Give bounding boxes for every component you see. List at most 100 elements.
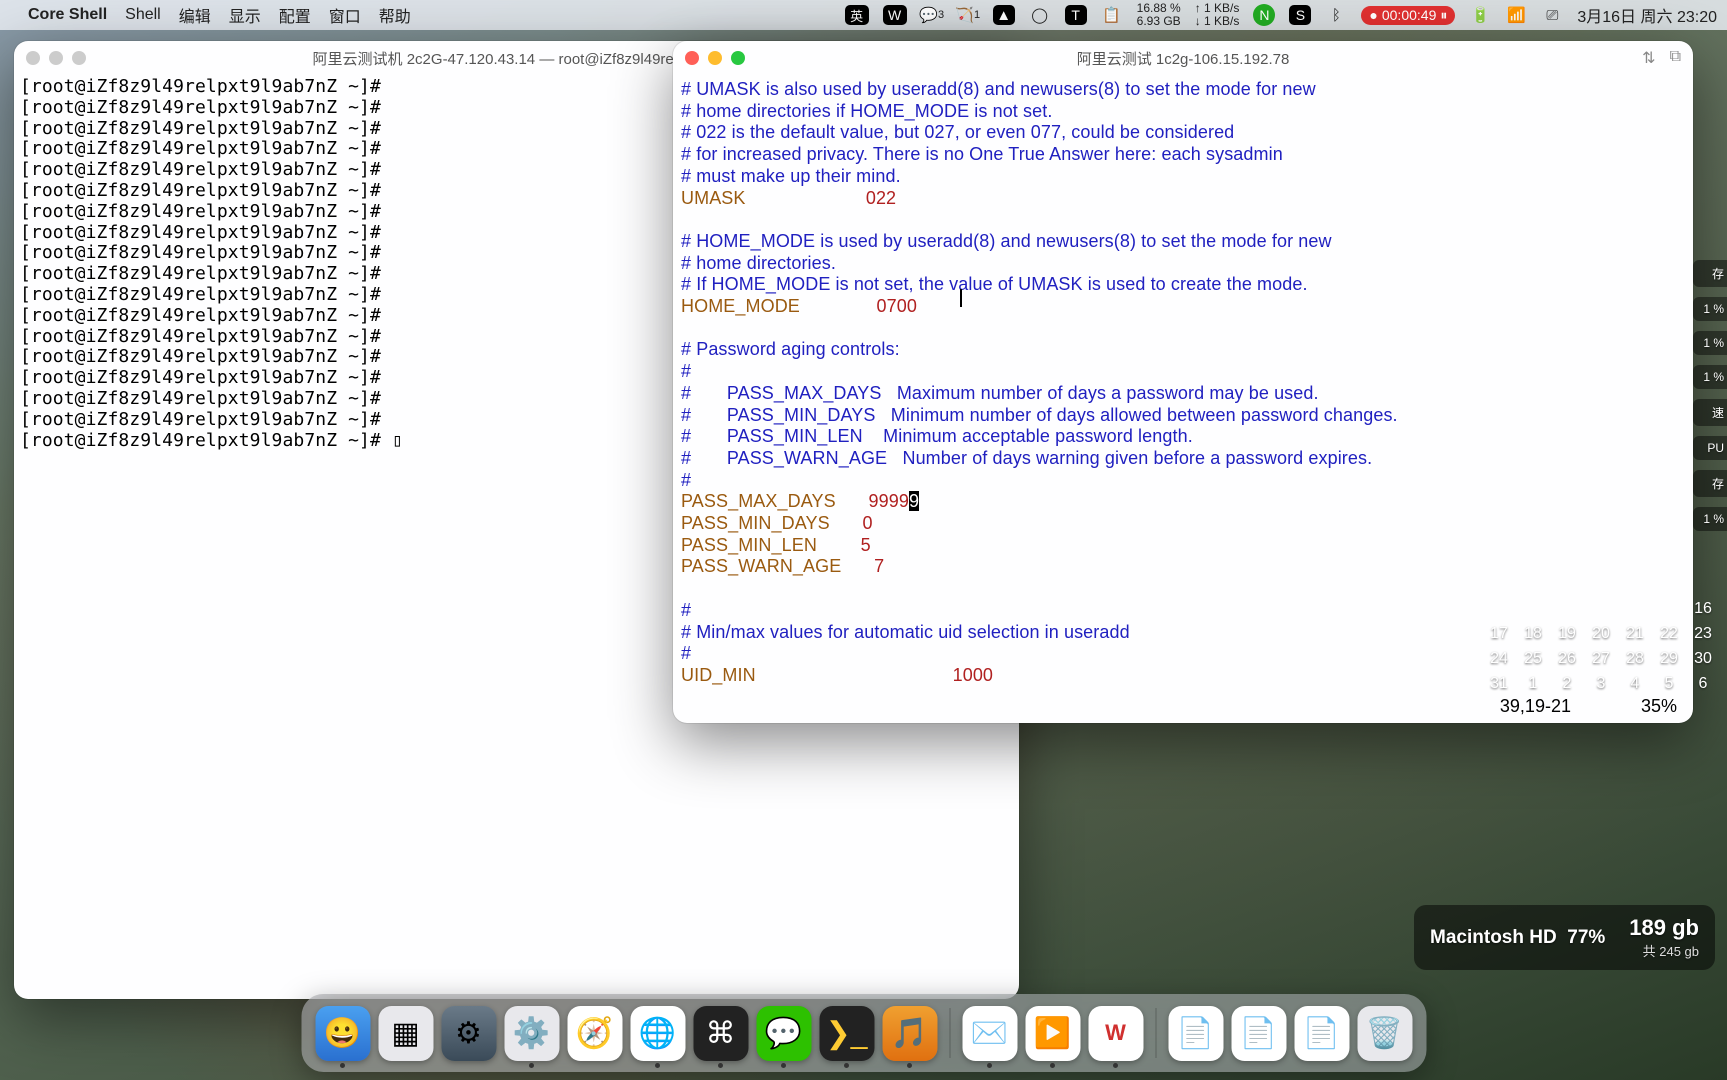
dock-safari[interactable]: 🧭: [567, 1006, 622, 1061]
traffic-lights-right[interactable]: [685, 51, 745, 65]
disk-pct: 77%: [1567, 927, 1605, 948]
setting-key: PASS_MIN_DAYS: [681, 513, 830, 533]
setting-value: 5: [861, 535, 871, 555]
setting-key: PASS_WARN_AGE: [681, 556, 841, 576]
calendar-day[interactable]: [1657, 600, 1681, 618]
app-name[interactable]: Core Shell: [28, 6, 107, 24]
dock-doc3[interactable]: 📄: [1294, 1006, 1349, 1061]
calendar-day[interactable]: 23: [1691, 625, 1715, 643]
calendar-day[interactable]: 26: [1555, 650, 1579, 668]
calendar-day[interactable]: 16: [1691, 600, 1715, 618]
dock-finder[interactable]: 😀: [315, 1006, 370, 1061]
text-status-icon[interactable]: T: [1065, 5, 1087, 25]
dock-chrome[interactable]: 🌐: [630, 1006, 685, 1061]
photos-status-icon[interactable]: ▲: [993, 5, 1015, 25]
menu-config[interactable]: 配置: [279, 3, 311, 27]
titlebar-right[interactable]: 阿里云测试 1c2g-106.15.192.78 ⇅⧉: [673, 41, 1693, 75]
setting-value: 022: [866, 188, 896, 208]
dock-settings[interactable]: ⚙️: [504, 1006, 559, 1061]
calendar-widget[interactable]: 16171819202122232425262728293031123456: [1459, 600, 1715, 700]
network-stat[interactable]: ↑ 1 KB/s↓ 1 KB/s: [1195, 2, 1240, 28]
minimize-icon[interactable]: [708, 51, 722, 65]
calendar-day[interactable]: 22: [1657, 625, 1681, 643]
siri-icon[interactable]: ◯: [1029, 4, 1051, 26]
status-n-icon[interactable]: N: [1253, 4, 1275, 26]
menu-edit[interactable]: 编辑: [179, 3, 211, 27]
menu-help[interactable]: 帮助: [379, 3, 411, 27]
game-status-icon[interactable]: 🏹1: [957, 4, 979, 26]
status-w-icon[interactable]: W: [883, 5, 907, 25]
status-s-icon[interactable]: S: [1289, 5, 1311, 25]
calendar-day[interactable]: 20: [1589, 625, 1613, 643]
dock-doc2[interactable]: 📄: [1231, 1006, 1286, 1061]
calendar-day[interactable]: 30: [1691, 650, 1715, 668]
calendar-day[interactable]: 5: [1657, 675, 1681, 693]
disk-name: Macintosh HD: [1430, 927, 1557, 948]
comment-line: # PASS_WARN_AGE Number of days warning g…: [681, 448, 1372, 468]
comment-line: # home directories.: [681, 253, 836, 273]
calendar-day[interactable]: [1521, 600, 1545, 618]
dock-control[interactable]: ⚙: [441, 1006, 496, 1061]
comment-line: # home directories if HOME_MODE is not s…: [681, 101, 1052, 121]
menu-shell[interactable]: Shell: [125, 6, 161, 24]
text-caret-icon: [960, 289, 962, 307]
dock-terminal2[interactable]: ❯_: [819, 1006, 874, 1061]
dock-music[interactable]: 🎵: [882, 1006, 937, 1061]
dock-launchpad[interactable]: ▦: [378, 1006, 433, 1061]
screen-recording-indicator[interactable]: ● 00:00:49 ⏸: [1361, 6, 1455, 25]
dock-wechat[interactable]: 💬: [756, 1006, 811, 1061]
calendar-day[interactable]: 25: [1521, 650, 1545, 668]
calendar-day[interactable]: [1487, 600, 1511, 618]
calendar-day[interactable]: [1555, 600, 1579, 618]
calendar-day[interactable]: 18: [1521, 625, 1545, 643]
calendar-day[interactable]: [1623, 600, 1647, 618]
menu-window[interactable]: 窗口: [329, 3, 361, 27]
comment-line: # for increased privacy. There is no One…: [681, 144, 1283, 164]
calendar-day[interactable]: 4: [1623, 675, 1647, 693]
calendar-day[interactable]: 21: [1623, 625, 1647, 643]
calendar-day[interactable]: 27: [1589, 650, 1613, 668]
dock-separator: [1155, 1008, 1156, 1058]
gauge-value: 1 %: [1693, 507, 1727, 531]
disk-widget[interactable]: Macintosh HD 77% 189 gb 共 245 gb: [1414, 905, 1715, 970]
calendar-day[interactable]: 31: [1487, 675, 1511, 693]
comment-line: # Min/max values for automatic uid selec…: [681, 622, 1130, 642]
calendar-day[interactable]: 28: [1623, 650, 1647, 668]
memory-stat[interactable]: 16.88 %6.93 GB: [1137, 2, 1181, 28]
clipboard-icon[interactable]: 📋: [1101, 4, 1123, 26]
battery-icon[interactable]: 🔋: [1469, 4, 1491, 26]
expand-icon[interactable]: ⧉: [1670, 48, 1681, 68]
setting-key: UID_MIN: [681, 665, 756, 685]
calendar-day[interactable]: [1589, 600, 1613, 618]
calendar-day[interactable]: 6: [1691, 675, 1715, 693]
calendar-day[interactable]: 3: [1589, 675, 1613, 693]
dock-mail[interactable]: ✉️: [962, 1006, 1017, 1061]
calendar-day[interactable]: 24: [1487, 650, 1511, 668]
calendar-day[interactable]: 19: [1555, 625, 1579, 643]
close-icon[interactable]: [685, 51, 699, 65]
dock-doc1[interactable]: 📄: [1168, 1006, 1223, 1061]
bluetooth-icon[interactable]: ᛒ: [1325, 4, 1347, 26]
dock-wps-cloud[interactable]: ▶️: [1025, 1006, 1080, 1061]
setting-key: PASS_MIN_LEN: [681, 535, 817, 555]
dock-wps[interactable]: W: [1088, 1006, 1143, 1061]
wechat-status-icon[interactable]: 💬3: [921, 4, 943, 26]
ime-indicator[interactable]: 英: [845, 5, 869, 25]
zoom-icon[interactable]: [731, 51, 745, 65]
dock-terminal1[interactable]: ⌘: [693, 1006, 748, 1061]
comment-line: # HOME_MODE is used by useradd(8) and ne…: [681, 231, 1332, 251]
traffic-lights-left[interactable]: [26, 51, 86, 65]
wifi-icon[interactable]: 📶: [1505, 4, 1527, 26]
menu-view[interactable]: 显示: [229, 3, 261, 27]
upload-icon[interactable]: ⇅: [1642, 48, 1655, 68]
dock-trash[interactable]: 🗑️: [1357, 1006, 1412, 1061]
setting-value: 9999: [869, 491, 909, 511]
calendar-day[interactable]: 17: [1487, 625, 1511, 643]
calendar-day[interactable]: 2: [1555, 675, 1579, 693]
calendar-day[interactable]: 1: [1521, 675, 1545, 693]
control-center-icon[interactable]: ⎚: [1541, 4, 1563, 26]
calendar-day[interactable]: 29: [1657, 650, 1681, 668]
comment-line: #: [681, 470, 691, 490]
disk-total: 共 245 gb: [1629, 941, 1699, 960]
clock[interactable]: 3月16日 周六 23:20: [1577, 3, 1717, 27]
